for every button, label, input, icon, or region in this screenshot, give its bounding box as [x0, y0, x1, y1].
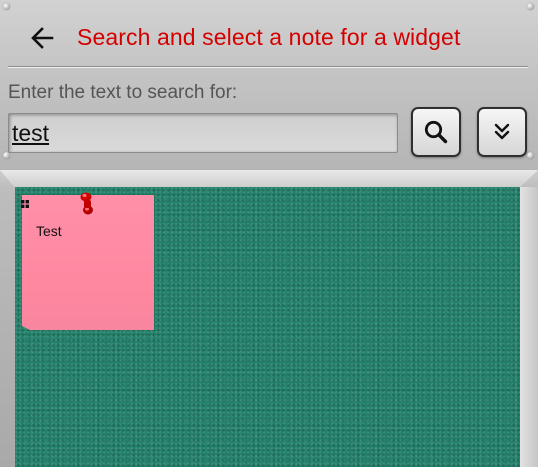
- sticky-note-text: Test: [36, 223, 62, 239]
- magnifier-icon: [424, 120, 448, 144]
- back-button[interactable]: [26, 22, 58, 54]
- search-button[interactable]: [411, 107, 461, 157]
- rivet: [527, 152, 534, 159]
- search-input-value: test: [12, 120, 50, 146]
- header-panel: Search and select a note for a widget En…: [0, 0, 538, 170]
- double-chevron-down-icon: [494, 123, 510, 140]
- search-prompt-label: Enter the text to search for:: [8, 82, 238, 103]
- expand-options-button[interactable]: [477, 107, 527, 157]
- search-input[interactable]: test: [8, 113, 398, 153]
- rivet: [3, 3, 10, 10]
- rivet: [527, 3, 534, 10]
- page-title: Search and select a note for a widget: [77, 24, 461, 50]
- rivet: [3, 152, 10, 159]
- pushpin-icon: [80, 192, 93, 215]
- board-frame-right: [520, 187, 538, 467]
- arrow-left-icon: [31, 27, 54, 49]
- board-frame-top: [0, 170, 538, 188]
- divider: [8, 66, 528, 68]
- widget-grid-icon: [21, 200, 29, 208]
